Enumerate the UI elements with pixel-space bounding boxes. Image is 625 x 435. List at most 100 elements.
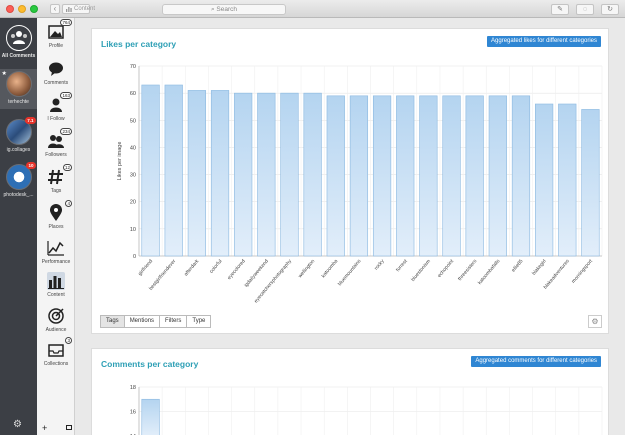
chat-icon: ◌	[582, 6, 588, 13]
picture-icon: 764	[47, 19, 72, 41]
inbox-icon: 3	[47, 337, 72, 359]
x-tick-label: bluestonism	[410, 258, 432, 282]
nav-item-i-follow[interactable]: 163 I Follow	[37, 92, 75, 122]
x-tick-label: morningsport	[571, 258, 595, 285]
main-content: Likes per category Aggregated likes for …	[76, 18, 625, 435]
bar	[558, 103, 577, 257]
x-tick-label: colorful	[209, 258, 224, 274]
search-input[interactable]: ⌕ Search	[162, 4, 286, 15]
add-icon[interactable]: +	[42, 423, 47, 433]
y-tick-label: 50	[130, 118, 136, 124]
nav-item-followers[interactable]: 234 Followers	[37, 128, 75, 158]
nav-label: Audience	[45, 327, 67, 333]
x-tick-label: bluemountains	[337, 258, 363, 287]
nav-item-places[interactable]: 4 Places	[37, 200, 75, 230]
nav-item-comments[interactable]: Comments	[37, 60, 75, 86]
bar	[303, 92, 322, 257]
x-tick-label: threesisters	[457, 258, 479, 282]
section-nav: 764 Profile Comments 163 I Follow 234 Follower…	[37, 18, 75, 435]
bar-chart-icon	[66, 7, 72, 12]
likes-per-category-card: Likes per category Aggregated likes for …	[91, 28, 609, 334]
bar	[234, 92, 253, 257]
account-label: terhechte	[8, 99, 29, 105]
x-tick-label: katoombafalls	[477, 258, 502, 286]
wrench-icon: ✎	[557, 6, 563, 13]
settings-gear-icon[interactable]: ⚙	[13, 419, 24, 430]
x-tick-label: katoomba	[321, 258, 340, 279]
count-badge: 4	[65, 200, 72, 207]
people-icon	[10, 31, 27, 44]
account-all-comments[interactable]: All Comments	[0, 25, 37, 59]
count-badge: 764	[60, 19, 72, 26]
back-button[interactable]: ‹	[50, 4, 60, 14]
nav-label: Collections	[43, 361, 69, 367]
bar	[581, 109, 600, 257]
gear-icon: ⚙	[591, 317, 599, 326]
minimize-window-button[interactable]	[18, 5, 26, 13]
line-graph-icon	[47, 239, 65, 257]
bar	[511, 95, 531, 257]
nav-item-collections[interactable]: 3 Collections	[37, 337, 75, 367]
accounts-sidebar: All Comments ★ terhechte 7.1 ig.collages…	[0, 18, 37, 435]
nav-label: Followers	[45, 152, 67, 158]
notification-badge: 10	[26, 162, 36, 169]
y-tick-label: 10	[130, 227, 136, 233]
account-ig-collages[interactable]: 7.1 ig.collages	[0, 117, 37, 153]
bar	[419, 95, 438, 257]
nav-item-content[interactable]: Content	[37, 272, 75, 298]
panel-toggle-icon[interactable]	[66, 425, 72, 430]
bar	[442, 95, 461, 257]
avatar: 10	[5, 162, 36, 190]
x-tick-label: echopoint	[437, 258, 456, 279]
refresh-icon: ↻	[607, 6, 613, 13]
account-terhechte[interactable]: ★ terhechte	[0, 69, 37, 109]
chart-settings-button[interactable]: ⚙	[588, 315, 602, 328]
y-axis-label: Likes per image	[117, 142, 123, 181]
nav-label: Performance	[41, 259, 71, 265]
bar	[187, 90, 206, 257]
nav-label: Places	[48, 224, 64, 230]
bar-chart-icon	[47, 272, 65, 290]
account-label: ig.collages	[6, 147, 31, 153]
window-titlebar: ‹ Content ⌕ Search ✎ ◌ ↻	[0, 0, 625, 18]
avatar: 7.1	[5, 117, 36, 145]
bar	[396, 95, 415, 257]
notification-badge: 7.1	[25, 117, 36, 124]
tab-tags[interactable]: Tags	[100, 315, 125, 328]
speech-bubble-icon	[47, 60, 65, 78]
close-window-button[interactable]	[6, 5, 14, 13]
chat-button[interactable]: ◌	[576, 4, 594, 15]
nav-item-tags[interactable]: 12 Tags	[37, 164, 75, 194]
category-tabs: Tags Mentions Filters Type	[100, 315, 212, 328]
tab-type[interactable]: Type	[187, 315, 212, 328]
bar	[280, 92, 299, 257]
count-badge: 234	[60, 128, 72, 135]
bar	[349, 95, 369, 257]
comments-per-category-card: Comments per category Aggregated comment…	[91, 348, 609, 435]
tab-mentions[interactable]: Mentions	[124, 315, 161, 328]
bar	[326, 95, 345, 257]
y-tick-label: 60	[130, 91, 136, 97]
nav-item-profile[interactable]: 764 Profile	[37, 19, 75, 49]
bar	[465, 95, 484, 257]
y-tick-label: 16	[130, 410, 136, 416]
account-label: All Comments	[1, 53, 36, 59]
tools-button[interactable]: ✎	[551, 4, 569, 15]
nav-label: Content	[47, 292, 65, 298]
nav-item-audience[interactable]: Audience	[37, 307, 75, 333]
section-indicator[interactable]: Content	[62, 4, 95, 14]
zoom-window-button[interactable]	[30, 5, 38, 13]
tab-filters[interactable]: Filters	[160, 315, 188, 328]
person-icon: 163	[47, 92, 72, 114]
bar	[535, 103, 554, 257]
y-tick-label: 20	[130, 200, 136, 206]
refresh-button[interactable]: ↻	[601, 4, 619, 15]
nav-item-performance[interactable]: Performance	[37, 239, 75, 265]
bar	[257, 92, 276, 257]
bar	[210, 90, 230, 257]
all-comments-icon	[5, 25, 32, 51]
x-tick-label: rocky	[373, 258, 386, 271]
x-tick-label: blakegirl	[531, 258, 548, 276]
y-tick-label: 70	[130, 64, 136, 70]
account-photodesk[interactable]: 10 photodesk_...	[0, 162, 37, 198]
